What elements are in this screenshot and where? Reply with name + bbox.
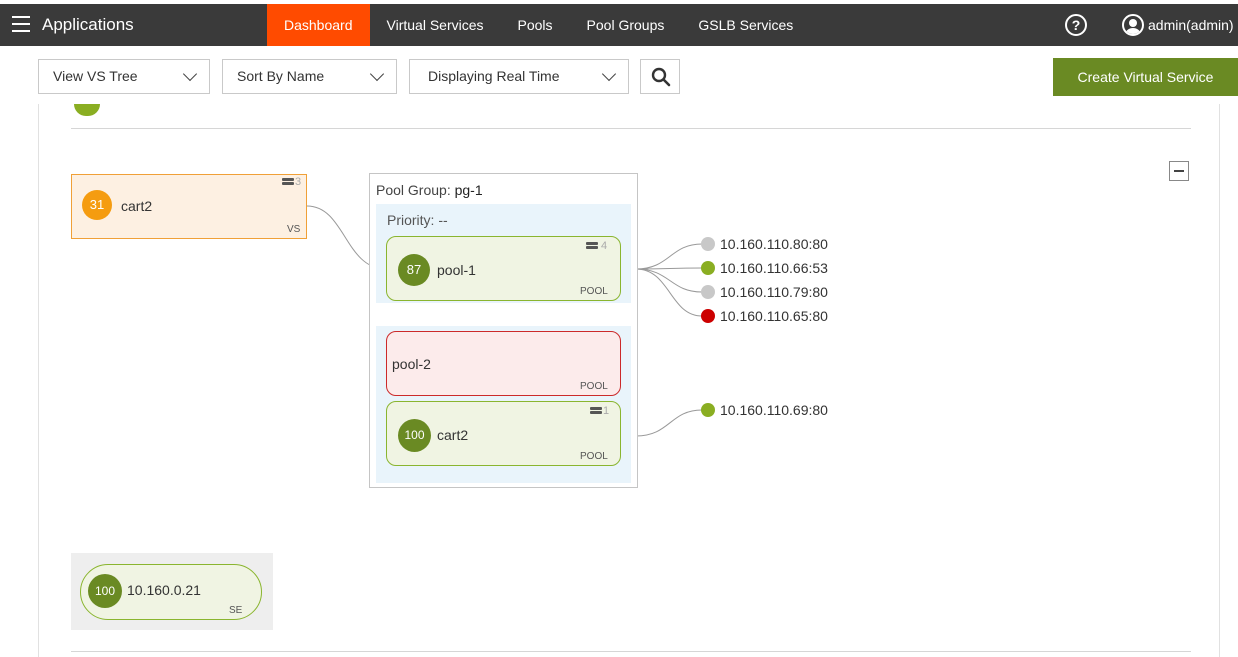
pool-member[interactable]: 10.160.110.69:80 [701, 402, 828, 418]
pool-type-tag: POOL [580, 451, 608, 462]
pool-server-count: 1 [603, 405, 610, 417]
vs-name: cart2 [121, 198, 153, 214]
status-dot [701, 237, 715, 251]
pool-name: pool-2 [392, 356, 431, 372]
member-address: 10.160.110.69:80 [720, 402, 828, 418]
pool-group-title: Pool Group: pg-1 [376, 182, 483, 198]
member-address: 10.160.110.66:53 [720, 260, 828, 276]
pool-group-title-prefix: Pool Group: [376, 182, 455, 198]
pool-type-tag: POOL [580, 286, 608, 297]
status-dot [701, 285, 715, 299]
pool-type-tag: POOL [580, 381, 608, 392]
status-dot [701, 261, 715, 275]
member-address: 10.160.110.65:80 [720, 308, 828, 324]
pool-health-score: 100 [398, 419, 431, 452]
server-icon [590, 407, 602, 416]
pool-group-name: pg-1 [454, 182, 483, 198]
pool-member[interactable]: 10.160.110.66:53 [701, 260, 828, 276]
pool-health-score: 87 [398, 254, 430, 286]
database-icon [282, 178, 294, 187]
se-type-tag: SE [229, 605, 243, 616]
member-address: 10.160.110.79:80 [720, 284, 828, 300]
pool-name: cart2 [437, 427, 469, 443]
vs-type-tag: VS [287, 224, 301, 235]
se-health-score: 100 [88, 574, 122, 608]
priority-label: Priority: -- [387, 212, 448, 228]
vs-health-score: 31 [82, 190, 112, 220]
member-address: 10.160.110.80:80 [720, 236, 828, 252]
pool-name: pool-1 [437, 262, 476, 278]
vs-se-count: 3 [295, 176, 302, 188]
se-address: 10.160.0.21 [127, 582, 201, 598]
status-dot [701, 403, 715, 417]
pool-member[interactable]: 10.160.110.80:80 [701, 236, 828, 252]
pool-member[interactable]: 10.160.110.65:80 [701, 308, 828, 324]
server-icon [586, 242, 598, 251]
pool-member[interactable]: 10.160.110.79:80 [701, 284, 828, 300]
status-dot [701, 309, 715, 323]
pool-server-count: 4 [601, 240, 608, 252]
